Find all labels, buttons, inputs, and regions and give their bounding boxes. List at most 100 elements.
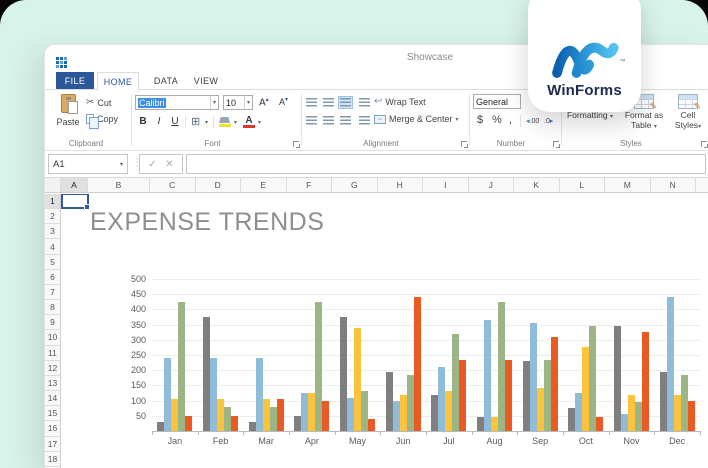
row-header-17[interactable]: 17 (45, 437, 60, 452)
row-header-9[interactable]: 9 (45, 315, 60, 331)
italic-button[interactable]: I (153, 116, 165, 127)
row-header-16[interactable]: 16 (45, 421, 60, 437)
cancel-entry-button[interactable]: ✕ (165, 159, 173, 170)
column-header-L[interactable]: L (560, 178, 605, 192)
row-header-6[interactable]: 6 (45, 270, 60, 285)
cut-button[interactable]: ✂ Cut (86, 97, 111, 108)
fill-color-button[interactable] (219, 117, 231, 127)
formula-bar: A1 ▾ ⋮ ✓ ✕ (45, 151, 708, 178)
increase-decimal-button[interactable]: ◂.00 (526, 117, 539, 125)
accounting-format-button[interactable]: $ (477, 114, 483, 126)
group-alignment: ↩ Wrap Text ↔ Merge & Center ▾ Alignment (302, 90, 468, 150)
align-left-button[interactable] (304, 114, 319, 127)
chevron-down-icon[interactable]: ▾ (120, 161, 123, 168)
align-bottom-button[interactable] (338, 96, 353, 109)
row-header-11[interactable]: 11 (45, 346, 60, 361)
chevron-down-icon[interactable]: ▾ (209, 96, 216, 109)
cell-styles-button[interactable]: Cell Styles▾ (670, 94, 706, 131)
row-headers: 1 2 3 4 5 6 7 8 9 10 11 12 13 14 15 16 17 18 (45, 194, 61, 468)
y-axis-label: 300 (130, 334, 146, 345)
decrease-decimal-button[interactable]: .0▸ (544, 117, 553, 125)
row-header-2[interactable]: 2 (45, 209, 60, 225)
column-header-M[interactable]: M (605, 178, 651, 192)
column-header-J[interactable]: J (469, 178, 514, 192)
gridline (152, 294, 700, 296)
x-axis-label: Jun (395, 436, 411, 446)
column-header-K[interactable]: K (514, 178, 560, 192)
tab-data[interactable]: DATA (149, 72, 183, 90)
row-header-13[interactable]: 13 (45, 376, 60, 392)
row-header-8[interactable]: 8 (45, 300, 60, 316)
fill-color-dropdown[interactable]: ▾ (234, 119, 237, 126)
borders-button[interactable]: ⊞ (191, 115, 200, 128)
name-box[interactable]: A1 ▾ (48, 154, 128, 174)
column-header-E[interactable]: E (241, 178, 287, 192)
copy-button[interactable]: Copy (86, 114, 118, 129)
tab-view[interactable]: VIEW (189, 72, 223, 90)
column-header-C[interactable]: C (150, 178, 196, 192)
bar-feb-series-green (224, 406, 231, 431)
styles-dialog-launcher[interactable] (701, 141, 708, 148)
tab-file[interactable]: FILE (56, 72, 94, 90)
align-center-button[interactable] (321, 114, 336, 127)
grow-font-button[interactable]: A▴ (259, 96, 269, 108)
confirm-entry-button[interactable]: ✓ (148, 159, 156, 170)
increase-indent-button[interactable] (357, 96, 372, 109)
merge-center-button[interactable]: ↔ Merge & Center ▾ (374, 114, 459, 124)
row-header-18[interactable]: 18 (45, 452, 60, 467)
cell-grid[interactable]: EXPENSE TRENDS 500 450 400 350 300 250 200 150 1… (61, 194, 708, 468)
row-header-12[interactable]: 12 (45, 361, 60, 376)
bar-oct-series-yellow (582, 347, 590, 431)
font-family-combobox[interactable]: Calibri ▾ (135, 95, 219, 110)
alignment-dialog-launcher[interactable] (461, 141, 468, 148)
font-dialog-launcher[interactable] (293, 141, 300, 148)
row-header-15[interactable]: 15 (45, 406, 60, 422)
column-header-D[interactable]: D (196, 178, 241, 192)
column-header-G[interactable]: G (332, 178, 378, 192)
decrease-indent-button[interactable] (357, 114, 372, 127)
number-format-combobox[interactable]: General (473, 94, 521, 109)
font-size-combobox[interactable]: 10 ▾ (223, 95, 253, 110)
row-header-14[interactable]: 14 (45, 391, 60, 407)
borders-dropdown[interactable]: ▾ (205, 119, 208, 126)
bar-oct-series-orange (596, 417, 604, 431)
bold-button[interactable]: B (137, 116, 149, 127)
column-header-H[interactable]: H (378, 178, 423, 192)
fill-color-swatch (219, 124, 231, 127)
percent-format-button[interactable]: % (492, 114, 502, 126)
row-header-4[interactable]: 4 (45, 239, 60, 255)
align-top-button[interactable] (304, 96, 319, 109)
column-header-N[interactable]: N (651, 178, 696, 192)
tab-home[interactable]: HOME (97, 72, 139, 91)
select-all-corner[interactable] (45, 178, 61, 192)
align-right-button[interactable] (338, 114, 353, 127)
row-header-1[interactable]: 1 (45, 194, 60, 210)
font-color-dropdown[interactable]: ▾ (258, 119, 261, 126)
column-header-I[interactable]: I (423, 178, 469, 192)
expense-chart[interactable]: 500 450 400 350 300 250 200 150 100 50 Jan Feb Mar Ap… (120, 267, 708, 457)
row-header-3[interactable]: 3 (45, 224, 60, 240)
formula-input[interactable] (186, 154, 706, 174)
comma-format-button[interactable]: , (509, 114, 512, 126)
selected-cell-a1[interactable] (61, 194, 90, 210)
shrink-font-button[interactable]: A▾ (279, 96, 288, 107)
merge-center-dropdown[interactable]: ▾ (456, 116, 459, 123)
divider (185, 116, 186, 128)
column-header-F[interactable]: F (287, 178, 332, 192)
column-header-B[interactable]: B (88, 178, 150, 192)
chevron-down-icon[interactable]: ▾ (243, 96, 250, 109)
bar-dec-series-yellow (673, 394, 681, 431)
row-header-7[interactable]: 7 (45, 285, 60, 301)
row-header-10[interactable]: 10 (45, 330, 60, 346)
bar-mar-series-green (269, 406, 277, 431)
align-middle-button[interactable] (321, 96, 336, 109)
format-as-table-label: Format as Table (624, 110, 664, 130)
wrap-text-button[interactable]: ↩ Wrap Text (374, 96, 426, 107)
bar-mar-series-blue (255, 358, 263, 431)
paste-button[interactable]: Paste (54, 94, 82, 136)
underline-button[interactable]: U (169, 116, 181, 127)
row-header-5[interactable]: 5 (45, 255, 60, 270)
font-color-button[interactable]: A (243, 115, 255, 128)
column-header-A[interactable]: A (61, 178, 88, 192)
number-dialog-launcher[interactable] (553, 141, 560, 148)
